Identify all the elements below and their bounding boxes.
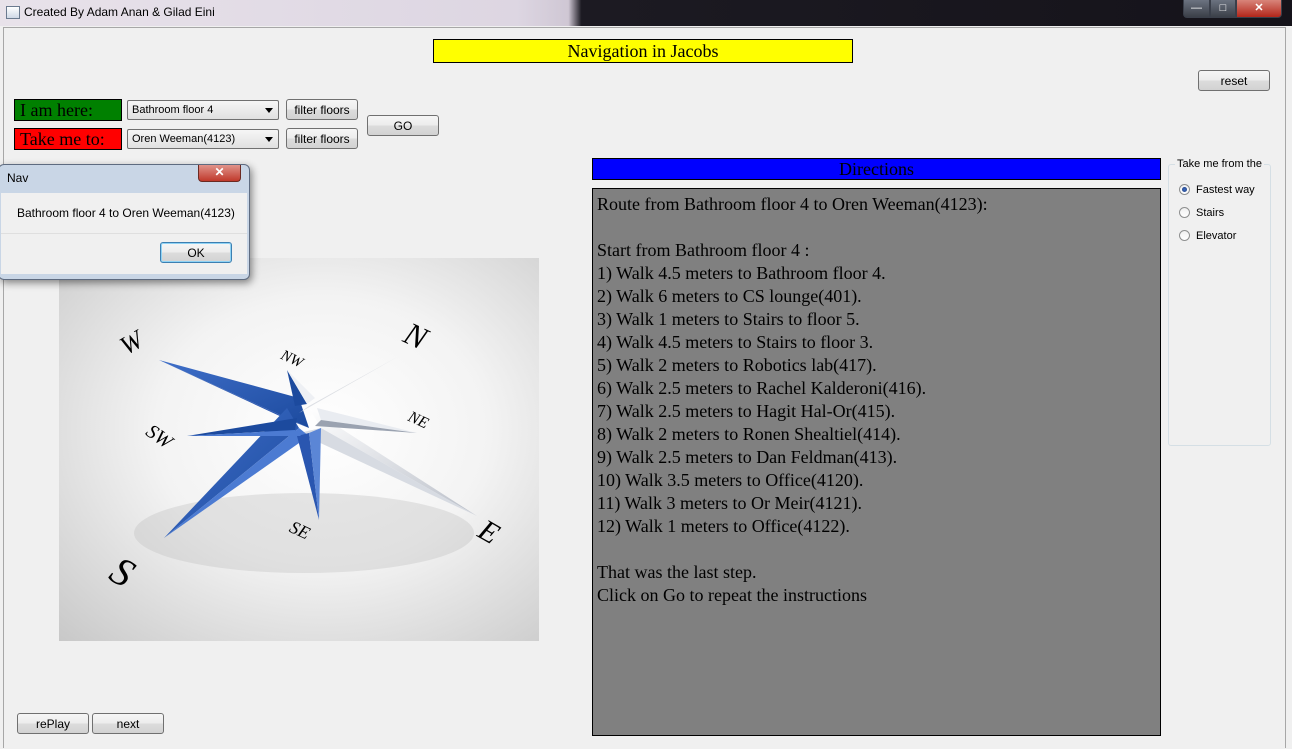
- maximize-button[interactable]: □: [1210, 0, 1236, 18]
- direction-line: Start from Bathroom floor 4 :: [597, 240, 810, 260]
- direction-line: 4) Walk 4.5 meters to Stairs to floor 3.: [597, 332, 874, 352]
- route-options-title: Take me from the: [1175, 158, 1264, 170]
- to-label: Take me to:: [14, 128, 122, 150]
- compass-image: W N NW NE SW SE E S: [59, 258, 539, 641]
- chevron-down-icon: [265, 108, 273, 113]
- compass-label-nw: NW: [277, 347, 306, 372]
- filter-floors-from-button[interactable]: filter floors: [286, 99, 358, 120]
- compass-label-e: E: [472, 513, 505, 551]
- direction-line: 5) Walk 2 meters to Robotics lab(417).: [597, 355, 877, 375]
- dialog-body: Bathroom floor 4 to Oren Weeman(4123) OK: [1, 193, 247, 274]
- from-select-value: Bathroom floor 4: [132, 104, 214, 116]
- direction-line: 1) Walk 4.5 meters to Bathroom floor 4.: [597, 263, 886, 283]
- replay-button[interactable]: rePlay: [17, 713, 89, 734]
- from-select[interactable]: Bathroom floor 4: [127, 100, 279, 120]
- ok-button[interactable]: OK: [160, 242, 232, 263]
- to-select[interactable]: Oren Weeman(4123): [127, 129, 279, 149]
- chevron-down-icon: [265, 137, 273, 142]
- directions-header: Directions: [592, 158, 1161, 180]
- direction-line: 6) Walk 2.5 meters to Rachel Kalderoni(4…: [597, 378, 927, 398]
- direction-line: 10) Walk 3.5 meters to Office(4120).: [597, 470, 864, 490]
- radio-label: Fastest way: [1196, 184, 1255, 196]
- direction-line: That was the last step.: [597, 562, 757, 582]
- radio-label: Elevator: [1196, 230, 1237, 242]
- compass-label-n: N: [398, 314, 435, 357]
- direction-line: Route from Bathroom floor 4 to Oren Weem…: [597, 194, 988, 214]
- page-title: Navigation in Jacobs: [433, 39, 853, 63]
- go-button[interactable]: GO: [367, 115, 439, 136]
- window-titlebar: Created By Adam Anan & Gilad Eini — □ ✕: [0, 0, 1292, 26]
- window-title: Created By Adam Anan & Gilad Eini: [24, 5, 215, 19]
- compass-rose-icon: W N NW NE SW SE E S: [103, 314, 505, 596]
- nav-dialog: Nav ✕ Bathroom floor 4 to Oren Weeman(41…: [0, 164, 250, 280]
- dialog-footer: OK: [1, 233, 247, 274]
- direction-line: 9) Walk 2.5 meters to Dan Feldman(413).: [597, 447, 898, 467]
- radio-button-icon[interactable]: [1179, 184, 1190, 195]
- compass-label-s: S: [103, 547, 143, 596]
- direction-line: [597, 216, 1156, 239]
- direction-line: 8) Walk 2 meters to Ronen Shealtiel(414)…: [597, 424, 901, 444]
- direction-line: 12) Walk 1 meters to Office(4122).: [597, 516, 850, 536]
- radio-elevator[interactable]: Elevator: [1179, 229, 1236, 243]
- direction-line: 3) Walk 1 meters to Stairs to floor 5.: [597, 309, 860, 329]
- direction-line: 7) Walk 2.5 meters to Hagit Hal-Or(415).: [597, 401, 896, 421]
- app-icon: [6, 6, 20, 19]
- compass-label-sw: SW: [142, 420, 178, 455]
- to-select-value: Oren Weeman(4123): [132, 133, 236, 145]
- dialog-close-button[interactable]: ✕: [198, 165, 241, 182]
- radio-button-icon[interactable]: [1179, 230, 1190, 241]
- from-label: I am here:: [14, 99, 122, 121]
- directions-text: Route from Bathroom floor 4 to Oren Weem…: [592, 188, 1161, 736]
- compass-label-ne: NE: [404, 408, 431, 433]
- radio-label: Stairs: [1196, 207, 1225, 219]
- direction-line: 2) Walk 6 meters to CS lounge(401).: [597, 286, 862, 306]
- radio-stairs[interactable]: Stairs: [1179, 206, 1224, 220]
- minimize-button[interactable]: —: [1183, 0, 1210, 18]
- compass-label-w: W: [115, 324, 150, 361]
- dialog-message: Bathroom floor 4 to Oren Weeman(4123): [17, 206, 235, 220]
- direction-line: Click on Go to repeat the instructions: [597, 585, 867, 605]
- direction-line: 11) Walk 3 meters to Or Meir(4121).: [597, 493, 862, 513]
- reset-button[interactable]: reset: [1198, 70, 1270, 91]
- filter-floors-to-button[interactable]: filter floors: [286, 128, 358, 149]
- radio-fastest-way[interactable]: Fastest way: [1179, 183, 1255, 197]
- next-button[interactable]: next: [92, 713, 164, 734]
- dialog-title: Nav: [7, 171, 29, 185]
- direction-line: [597, 538, 1156, 561]
- window-close-button[interactable]: ✕: [1236, 0, 1282, 18]
- radio-button-icon[interactable]: [1179, 207, 1190, 218]
